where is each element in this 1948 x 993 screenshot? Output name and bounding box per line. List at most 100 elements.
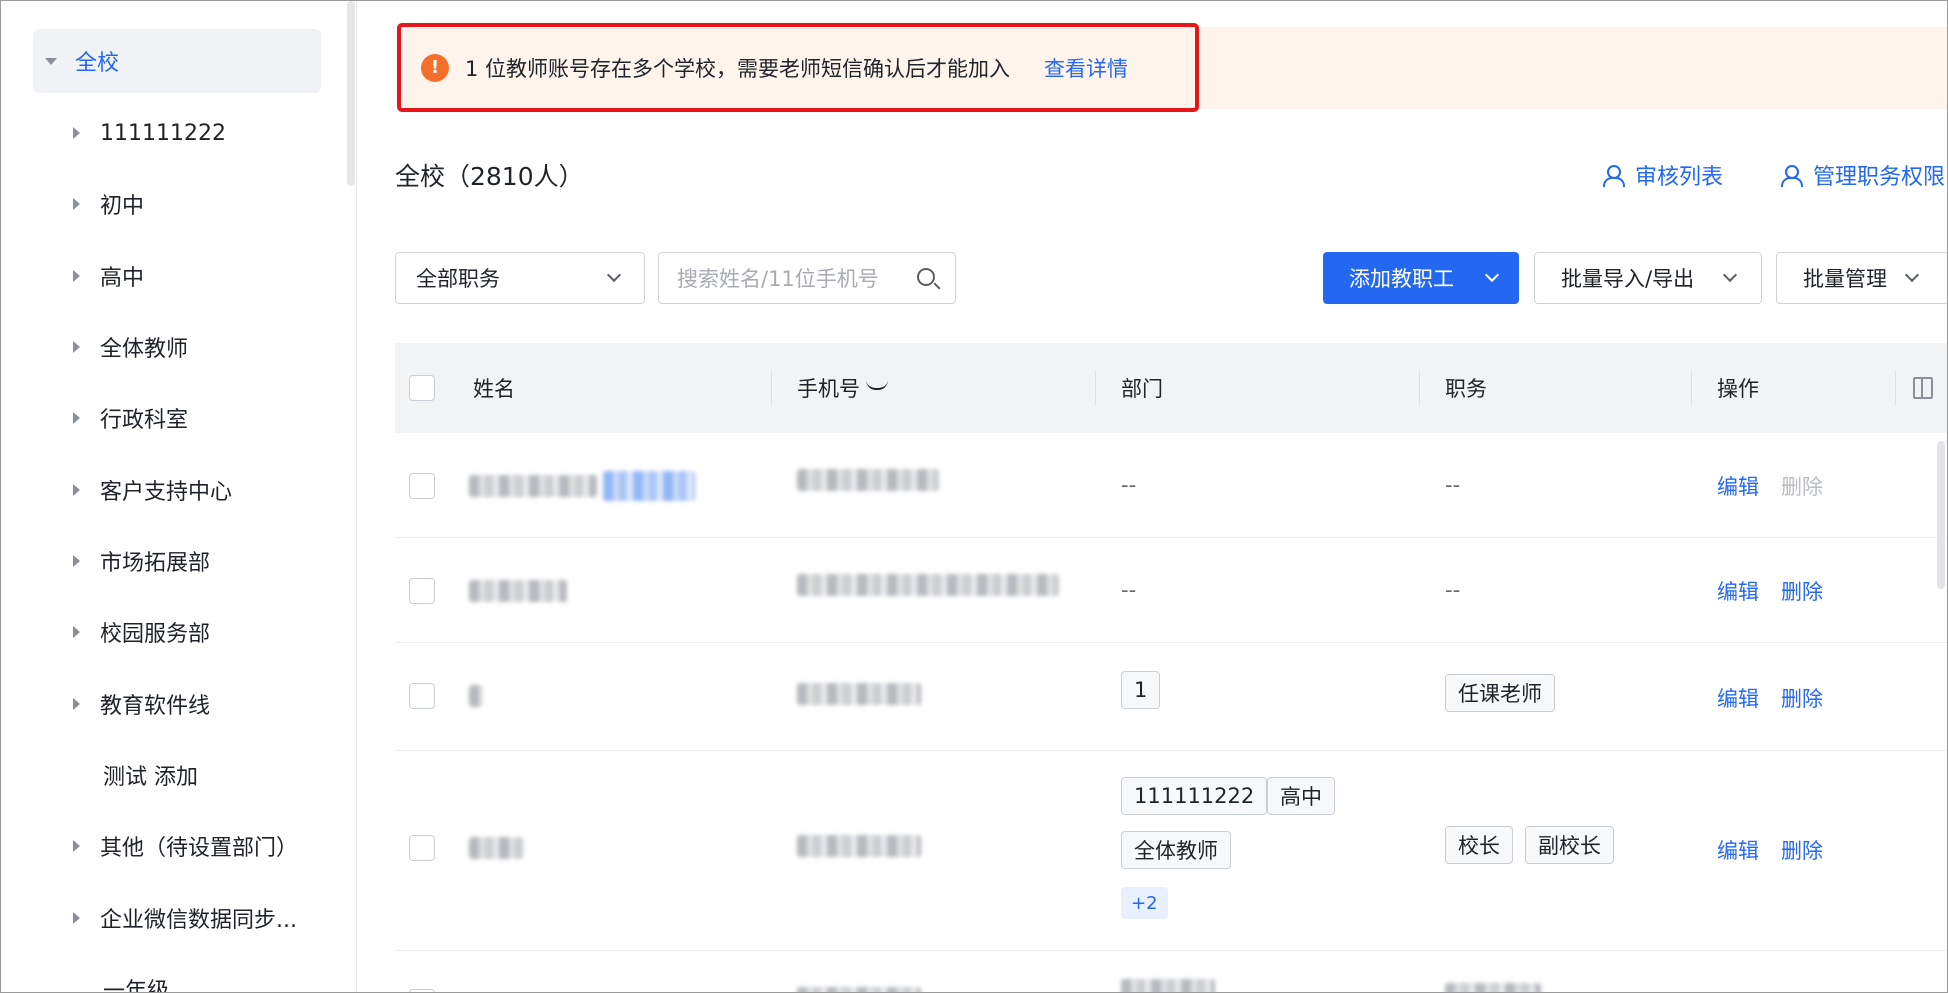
caret-right-icon [73, 626, 80, 638]
caret-right-icon [73, 484, 80, 496]
tree-item-label: 全校 [75, 51, 120, 76]
tree-item-label: 行政科室 [100, 408, 189, 433]
edit-button[interactable]: 编辑 [1717, 576, 1759, 606]
column-divider [1691, 371, 1692, 405]
role-filter-select[interactable]: 全部职务 [395, 252, 645, 304]
column-divider [771, 371, 772, 405]
department-tag: 高中 [1267, 777, 1335, 815]
redacted-phone [797, 469, 939, 491]
redacted-badge [603, 471, 695, 501]
tree-item-label: 高中 [100, 266, 145, 291]
tree-item[interactable]: 行政科室 [33, 386, 321, 450]
role-tag: 副校长 [1525, 826, 1614, 864]
redacted-name [469, 580, 567, 602]
table-row: 111111222 高中 全体教师 +2 校长 副校长 编辑 删除 [395, 751, 1947, 951]
tree-item-label: 初中 [100, 194, 145, 219]
table-row: 1 任课老师 编辑 删除 [395, 643, 1947, 751]
tree-item[interactable]: 初中 [33, 172, 321, 236]
batch-import-export-button[interactable]: 批量导入/导出 [1534, 252, 1762, 304]
caret-right-icon [73, 341, 80, 353]
audit-list-link[interactable]: 审核列表 [1603, 159, 1723, 191]
alert-message: 1 位教师账号存在多个学校，需要老师短信确认后才能加入 [465, 56, 1011, 81]
chevron-down-icon [1484, 267, 1500, 283]
row-checkbox[interactable] [409, 835, 435, 861]
col-name: 姓名 [473, 377, 515, 401]
tree-item-all-school[interactable]: 全校 [33, 29, 321, 93]
col-phone-label: 手机号 [797, 377, 860, 401]
tree-item[interactable]: 校园服务部 [33, 600, 321, 664]
caret-right-icon [73, 840, 80, 852]
delete-button[interactable]: 删除 [1781, 576, 1823, 606]
add-staff-button[interactable]: 添加教职工 [1323, 252, 1519, 304]
column-divider [1419, 371, 1420, 405]
warning-icon: ! [421, 53, 449, 82]
search-input[interactable]: 搜索姓名/11位手机号 [658, 252, 956, 304]
edit-button[interactable]: 编辑 [1717, 471, 1759, 501]
manage-permission-label: 管理职务权限 [1813, 165, 1946, 190]
caret-right-icon [73, 555, 80, 567]
caret-right-icon [73, 270, 80, 282]
table-row: -- -- 编辑 删除 [395, 433, 1947, 538]
tree-item[interactable]: 企业微信数据同步... [33, 886, 321, 950]
delete-button[interactable]: 删除 [1781, 471, 1823, 501]
page-title: 全校（2810人） [395, 162, 584, 191]
col-action: 操作 [1717, 377, 1759, 401]
tree-item[interactable]: 其他（待设置部门） [33, 814, 321, 878]
role-value: -- [1445, 473, 1461, 497]
user-lock-icon [1781, 164, 1803, 187]
tree-item[interactable]: 教育软件线 [33, 672, 321, 736]
department-tag: 111111222 [1121, 777, 1268, 815]
column-settings-icon[interactable] [1913, 377, 1933, 399]
batch-import-export-label: 批量导入/导出 [1561, 267, 1695, 291]
edit-button[interactable]: 编辑 [1717, 683, 1759, 713]
tree-item-label: 企业微信数据同步... [100, 908, 297, 933]
sidebar-scrollbar[interactable] [347, 1, 355, 186]
search-placeholder: 搜索姓名/11位手机号 [677, 267, 879, 291]
chevron-down-icon [606, 267, 622, 283]
audit-list-label: 审核列表 [1635, 165, 1724, 190]
tree-item-label: 市场拓展部 [100, 551, 211, 576]
batch-manage-button[interactable]: 批量管理 [1776, 252, 1947, 304]
tree-item[interactable]: 客户支持中心 [33, 458, 321, 522]
tree-item-label: 教育软件线 [100, 694, 211, 719]
table-header: 姓名 手机号 部门 职务 操作 [395, 343, 1947, 433]
row-checkbox[interactable] [409, 989, 435, 992]
tree-item[interactable]: 市场拓展部 [33, 529, 321, 593]
edit-button[interactable]: 编辑 [1717, 835, 1759, 865]
delete-button[interactable]: 删除 [1781, 835, 1823, 865]
tree-item[interactable]: 测试 添加 [33, 743, 321, 807]
tree-item[interactable]: 高中 [33, 244, 321, 308]
column-divider [1095, 371, 1096, 405]
row-checkbox[interactable] [409, 473, 435, 499]
redacted-tag [1445, 983, 1541, 992]
role-filter-value: 全部职务 [416, 267, 500, 291]
tree-item[interactable]: 全体教师 [33, 315, 321, 379]
manage-permission-link[interactable]: 管理职务权限 [1781, 159, 1945, 191]
tree-item[interactable]: 111111222 [33, 101, 321, 165]
more-departments-badge[interactable]: +2 [1121, 887, 1168, 919]
caret-right-icon [73, 698, 80, 710]
tree-item-label: 一年级 [103, 979, 170, 993]
tree-item-label: 校园服务部 [100, 622, 211, 647]
table-scrollbar[interactable] [1937, 441, 1945, 589]
table-row [395, 951, 1947, 992]
caret-right-icon [73, 912, 80, 924]
caret-right-icon [73, 127, 80, 139]
redacted-phone [797, 574, 1059, 596]
tree-item[interactable]: 一年级 [33, 957, 321, 993]
col-department: 部门 [1121, 377, 1163, 401]
table-row: -- -- 编辑 删除 [395, 538, 1947, 643]
delete-button[interactable]: 删除 [1781, 683, 1823, 713]
department-tree: 全校 111111222 初中 高中 全体教师 行政科室 客户支持中心 市场拓展… [1, 1, 357, 993]
view-details-link[interactable]: 查看详情 [1044, 53, 1128, 83]
redacted-name [469, 837, 523, 859]
row-checkbox[interactable] [409, 683, 435, 709]
tree-item-label: 全体教师 [100, 337, 189, 362]
tree-item-label: 其他（待设置部门） [100, 836, 299, 861]
row-checkbox[interactable] [409, 578, 435, 604]
caret-down-icon [45, 57, 57, 65]
select-all-checkbox[interactable] [409, 375, 435, 401]
tree-item-label: 客户支持中心 [100, 480, 233, 505]
tree-item-label: 测试 添加 [103, 765, 198, 790]
eye-closed-icon[interactable] [866, 380, 888, 390]
